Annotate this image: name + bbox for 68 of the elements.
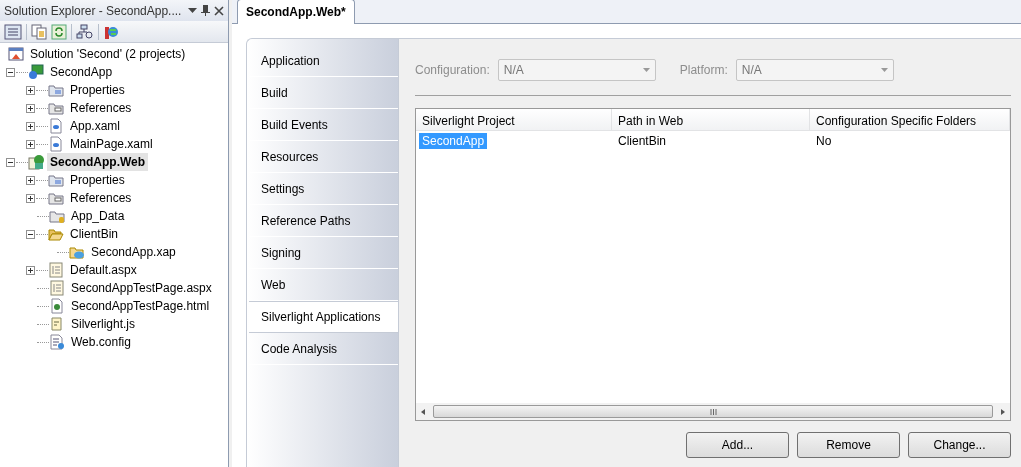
expand-icon[interactable]: [26, 175, 35, 185]
tree-item[interactable]: Properties: [67, 81, 128, 99]
column-header[interactable]: Configuration Specific Folders: [810, 109, 1010, 130]
tree-item[interactable]: SecondApp: [47, 63, 116, 81]
web-project-icon: [28, 154, 44, 170]
collapse-icon[interactable]: [6, 67, 15, 77]
document-icon: [49, 298, 65, 314]
folder-icon: [48, 190, 64, 206]
tree-item[interactable]: App_Data: [68, 207, 128, 225]
expand-icon[interactable]: [26, 139, 35, 149]
caret-icon: [880, 68, 888, 72]
class-diagram-icon[interactable]: [76, 23, 94, 40]
tree-item[interactable]: Solution 'Second' (2 projects): [27, 45, 189, 63]
page-tab[interactable]: Silverlight Applications: [249, 301, 400, 333]
tree-item[interactable]: SecondApp.Web: [47, 153, 149, 171]
table-cell: No: [816, 134, 832, 148]
folder-icon: [48, 82, 64, 98]
platform-label: Platform:: [679, 62, 728, 79]
tree-item[interactable]: Default.aspx: [67, 261, 140, 279]
panel-title: Solution Explorer - SecondApp....: [4, 2, 183, 20]
expand-icon[interactable]: [26, 103, 35, 113]
document-icon: [49, 280, 65, 296]
tree-item[interactable]: Web.config: [68, 333, 134, 351]
project-icon: [28, 64, 44, 80]
expand-icon[interactable]: [26, 85, 35, 95]
dialog-button[interactable]: Change...: [908, 432, 1011, 458]
solution-icon: [8, 46, 24, 62]
show-all-files-icon[interactable]: [31, 23, 47, 40]
folder-icon: [49, 208, 65, 224]
tree-item[interactable]: SecondAppTestPage.html: [68, 297, 213, 315]
config-file-icon: [49, 334, 65, 350]
tree-item[interactable]: References: [67, 99, 135, 117]
script-icon: [49, 316, 65, 332]
table-cell: ClientBin: [618, 134, 667, 148]
file-icon: [48, 118, 64, 134]
column-header[interactable]: Silverlight Project: [416, 109, 612, 130]
folder-icon: [48, 100, 64, 116]
refresh-icon[interactable]: [51, 23, 67, 40]
folder-icon: [48, 172, 64, 188]
file-icon: [48, 136, 64, 152]
collapse-icon[interactable]: [6, 157, 15, 167]
configuration-label: Configuration:: [415, 62, 490, 79]
tree-item[interactable]: SecondAppTestPage.aspx: [68, 279, 215, 297]
expand-icon[interactable]: [26, 193, 35, 203]
tree-item[interactable]: Properties: [67, 171, 128, 189]
document-tab[interactable]: SecondApp.Web*: [237, 0, 355, 24]
horizontal-scrollbar[interactable]: [416, 403, 1010, 420]
column-header[interactable]: Path in Web: [612, 109, 810, 130]
properties-icon[interactable]: [4, 23, 22, 40]
tree-item[interactable]: ClientBin: [67, 225, 122, 243]
tree-item[interactable]: References: [67, 189, 135, 207]
folder-icon: [48, 226, 64, 242]
grip-icon: [709, 408, 717, 415]
close-icon[interactable]: [214, 5, 224, 16]
document-icon: [48, 262, 64, 278]
dropdown-icon[interactable]: [188, 7, 197, 14]
expand-icon[interactable]: [26, 121, 35, 131]
caret-icon: [642, 68, 650, 72]
tree-item[interactable]: App.xaml: [67, 117, 124, 135]
pin-icon[interactable]: [201, 5, 210, 16]
tree-item[interactable]: SecondApp.xap: [88, 243, 179, 261]
expand-icon[interactable]: [26, 265, 35, 275]
collapse-icon[interactable]: [26, 229, 35, 239]
tree-item[interactable]: MainPage.xaml: [67, 135, 156, 153]
tree-item[interactable]: Silverlight.js: [68, 315, 139, 333]
package-icon: [69, 244, 85, 260]
dialog-button[interactable]: Remove: [797, 432, 900, 458]
dialog-button[interactable]: Add...: [686, 432, 789, 458]
